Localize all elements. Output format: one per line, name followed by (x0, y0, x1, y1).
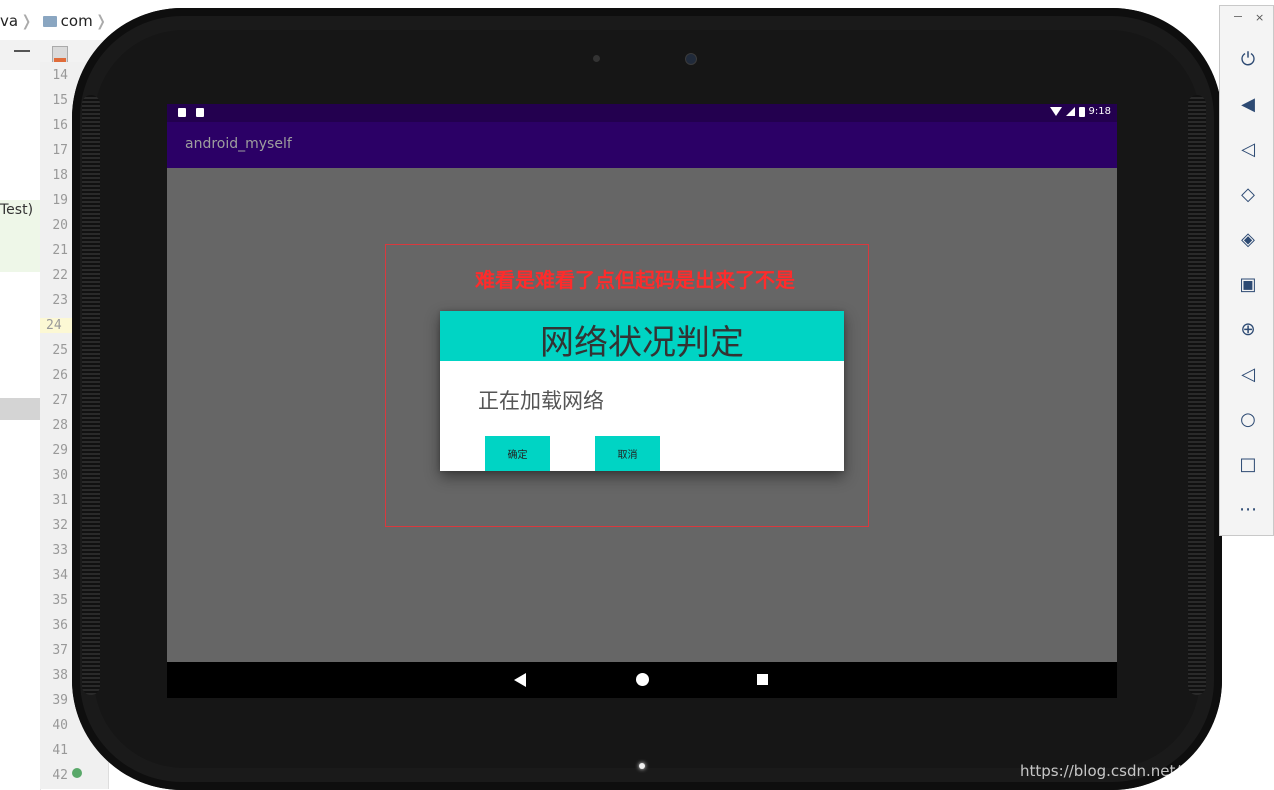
ide-toolstrip (0, 40, 40, 71)
line-number: 16 (52, 118, 68, 133)
app-content: 难看是难看了点但起码是出来了不是 网络状况判定 正在加载网络 确定 取消 (167, 168, 1117, 662)
line-number: 29 (52, 443, 68, 458)
line-number: 19 (52, 193, 68, 208)
back-icon[interactable] (514, 673, 526, 687)
breadcrumb-item[interactable]: com ❭ (42, 12, 112, 30)
overview-icon[interactable]: □ (1238, 455, 1258, 475)
folder-icon (42, 15, 57, 27)
battery-icon (1078, 106, 1085, 117)
minimize-button[interactable] (1234, 16, 1242, 17)
selected-row[interactable] (0, 398, 40, 420)
line-number: 18 (52, 168, 68, 183)
speaker-grille (82, 95, 100, 695)
home-led (639, 763, 645, 769)
status-bar: 9:18 (167, 104, 1117, 122)
rotate-right-icon[interactable]: ◈ (1238, 230, 1258, 250)
dialog-header: 网络状况判定 (440, 311, 844, 363)
app-title: android_myself (185, 136, 292, 152)
line-number: 38 (52, 668, 68, 683)
navigation-bar (167, 662, 1117, 698)
watermark: https://blog.csdn.net/qq_45973003 (1020, 762, 1274, 780)
line-number: 23 (52, 293, 68, 308)
emulator-toolbar: × ⏻ ◀ ◁ ◇ ◈ ▣ ⊕ ◁ ○ □ ⋯ (1219, 5, 1274, 536)
close-button[interactable]: × (1255, 12, 1264, 23)
network-dialog: 网络状况判定 正在加载网络 确定 取消 (440, 311, 844, 471)
back-icon[interactable]: ◁ (1238, 365, 1258, 385)
breadcrumb-label: va (0, 12, 19, 30)
status-icons: 9:18 (1049, 106, 1111, 117)
annotation-text: 难看是难看了点但起码是出来了不是 (475, 268, 795, 292)
line-number: 27 (52, 393, 68, 408)
line-number: 28 (52, 418, 68, 433)
wifi-icon (1049, 107, 1062, 116)
chevron-right-icon: ❭ (94, 12, 108, 30)
camera-icon[interactable]: ▣ (1238, 275, 1258, 295)
front-camera-icon (685, 53, 697, 65)
line-number: 35 (52, 593, 68, 608)
notification-icons (178, 108, 204, 117)
volume-up-icon[interactable]: ◀ (1238, 95, 1258, 115)
line-number: 31 (52, 493, 68, 508)
line-number: 42 (52, 768, 68, 783)
line-number: 14 (52, 68, 68, 83)
line-number: 26 (52, 368, 68, 383)
dialog-message: 正在加载网络 (478, 389, 604, 413)
test-label: Test) (0, 200, 40, 272)
line-number: 20 (52, 218, 68, 233)
cancel-button[interactable]: 取消 (595, 436, 660, 471)
recents-icon[interactable] (757, 674, 768, 685)
line-number: 15 (52, 93, 68, 108)
line-number: 34 (52, 568, 68, 583)
signal-icon (1065, 107, 1075, 116)
notification-icon (196, 108, 204, 117)
chevron-right-icon: ❭ (20, 12, 33, 30)
line-number: 39 (52, 693, 68, 708)
line-number: 36 (52, 618, 68, 633)
line-number: 22 (52, 268, 68, 283)
status-time: 9:18 (1088, 106, 1111, 117)
breadcrumb-item[interactable]: va ❭ (0, 12, 37, 30)
sd-card-icon (178, 108, 186, 117)
power-icon[interactable]: ⏻ (1238, 50, 1258, 70)
line-number: 32 (52, 518, 68, 533)
line-number: 21 (52, 243, 68, 258)
speaker-grille (1188, 95, 1206, 695)
device-screen[interactable]: 9:18 android_myself 难看是难看了点但起码是出来了不是 网络状… (167, 104, 1117, 698)
line-number: 33 (52, 543, 68, 558)
line-number: 41 (52, 743, 68, 758)
confirm-button[interactable]: 确定 (485, 436, 550, 471)
line-number: 37 (52, 643, 68, 658)
home-icon[interactable] (636, 673, 649, 686)
volume-down-icon[interactable]: ◁ (1238, 140, 1258, 160)
line-number: 30 (52, 468, 68, 483)
sensor-icon (593, 55, 600, 62)
more-icon[interactable]: ⋯ (1238, 500, 1258, 520)
rotate-left-icon[interactable]: ◇ (1238, 185, 1258, 205)
breadcrumb: va ❭ com ❭ (0, 8, 117, 34)
zoom-icon[interactable]: ⊕ (1238, 320, 1258, 340)
dialog-title: 网络状况判定 (540, 323, 744, 363)
collapse-icon[interactable] (14, 50, 30, 52)
ide-left-panel (0, 70, 41, 790)
breadcrumb-label: com (60, 12, 93, 30)
line-number: 17 (52, 143, 68, 158)
line-number: 25 (52, 343, 68, 358)
home-icon[interactable]: ○ (1238, 410, 1258, 430)
line-number: 40 (52, 718, 68, 733)
gutter-marker-icon[interactable] (72, 768, 82, 778)
app-bar: android_myself (167, 122, 1117, 168)
